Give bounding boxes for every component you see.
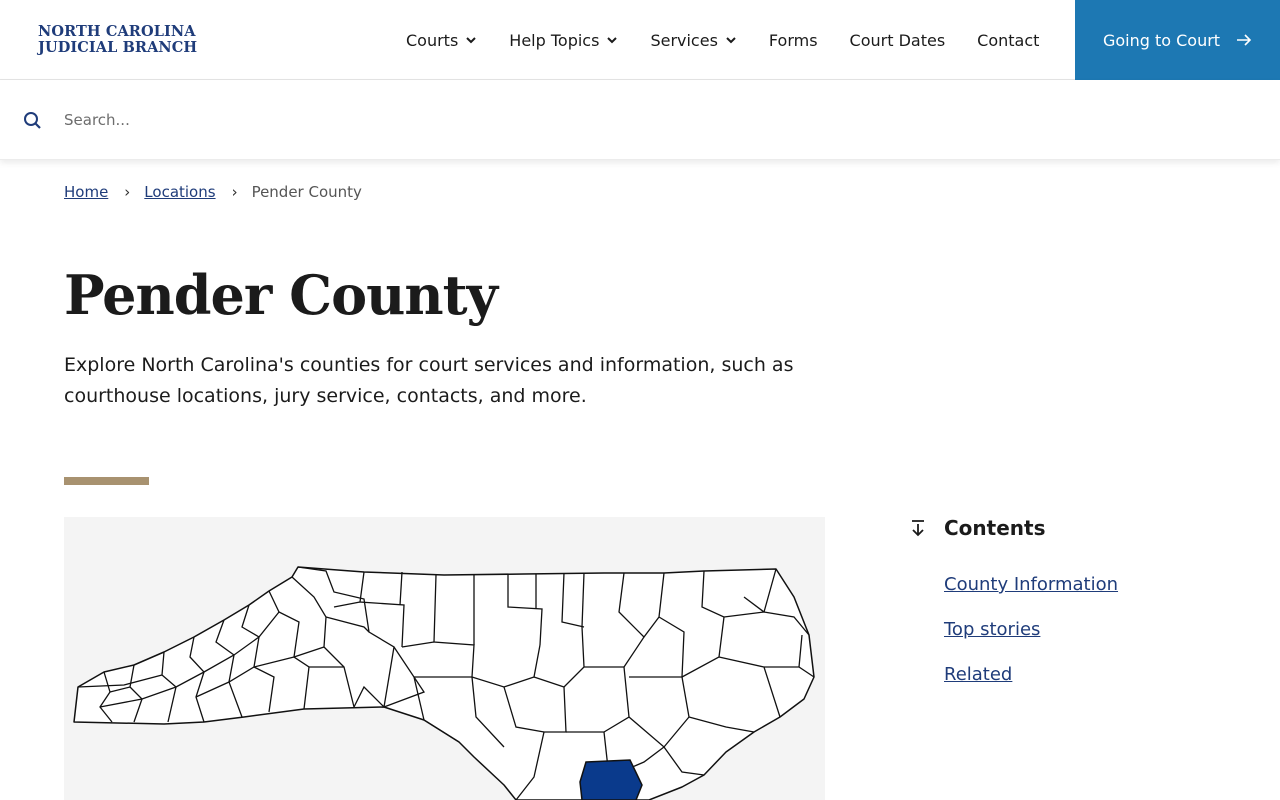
nav-item-help-topics[interactable]: Help Topics <box>509 31 618 50</box>
breadcrumb-home-link[interactable]: Home <box>64 183 108 201</box>
nav-label: Forms <box>768 30 818 50</box>
page-title: Pender County <box>64 263 498 327</box>
contents-link-related[interactable]: Related <box>944 662 1228 687</box>
site-header: NORTH CAROLINA JUDICIAL BRANCH Courts He… <box>0 0 1280 80</box>
going-to-court-button[interactable]: Going to Court <box>1075 0 1280 80</box>
nav-item-courts[interactable]: Courts <box>406 31 477 50</box>
page-intro: Explore North Carolina's counties for co… <box>64 354 794 407</box>
search-icon[interactable] <box>23 111 42 130</box>
breadcrumb-locations-link[interactable]: Locations <box>144 183 215 201</box>
search-input[interactable] <box>64 106 664 134</box>
logo-line-1: NORTH CAROLINA <box>38 23 196 40</box>
arrow-right-icon <box>1237 34 1252 46</box>
state-outline <box>73 566 815 800</box>
nc-county-map[interactable] <box>64 517 825 800</box>
chevron-down-icon <box>466 37 477 44</box>
main-nav: Courts Help Topics Services Forms Court … <box>406 0 1039 80</box>
contents-link-county-information[interactable]: County Information <box>944 572 1228 597</box>
contents-panel: Contents County Information Top stories … <box>908 516 1228 707</box>
chevron-down-icon <box>607 37 618 44</box>
chevron-down-icon <box>726 37 736 44</box>
nav-item-court-dates[interactable]: Court Dates <box>850 31 946 50</box>
nav-label: Services <box>650 30 718 50</box>
contents-title: Contents <box>944 516 1046 540</box>
contents-list: County Information Top stories Related <box>944 572 1228 687</box>
highlighted-county[interactable] <box>579 759 643 800</box>
breadcrumb-current: Pender County <box>251 183 362 201</box>
county-map <box>64 517 825 800</box>
nav-label: Court Dates <box>849 30 946 50</box>
chevron-right-icon: › <box>231 183 238 201</box>
going-to-court-label: Going to Court <box>1102 30 1221 50</box>
nav-label: Help Topics <box>509 30 600 50</box>
nav-item-services[interactable]: Services <box>650 31 736 50</box>
nav-item-contact[interactable]: Contact <box>977 31 1039 50</box>
nav-item-forms[interactable]: Forms <box>769 31 818 50</box>
logo-line-2: JUDICIAL BRANCH <box>38 39 198 56</box>
nav-label: Contact <box>977 30 1040 50</box>
jump-down-icon <box>912 520 924 537</box>
contents-heading: Contents <box>908 516 1228 540</box>
chevron-right-icon: › <box>124 183 131 201</box>
contents-link-top-stories[interactable]: Top stories <box>944 617 1228 642</box>
nav-label: Courts <box>406 30 459 50</box>
site-logo[interactable]: NORTH CAROLINA JUDICIAL BRANCH <box>38 24 197 56</box>
accent-divider <box>64 477 149 485</box>
search-bar <box>0 80 1280 160</box>
breadcrumb: Home › Locations › Pender County <box>64 183 362 201</box>
